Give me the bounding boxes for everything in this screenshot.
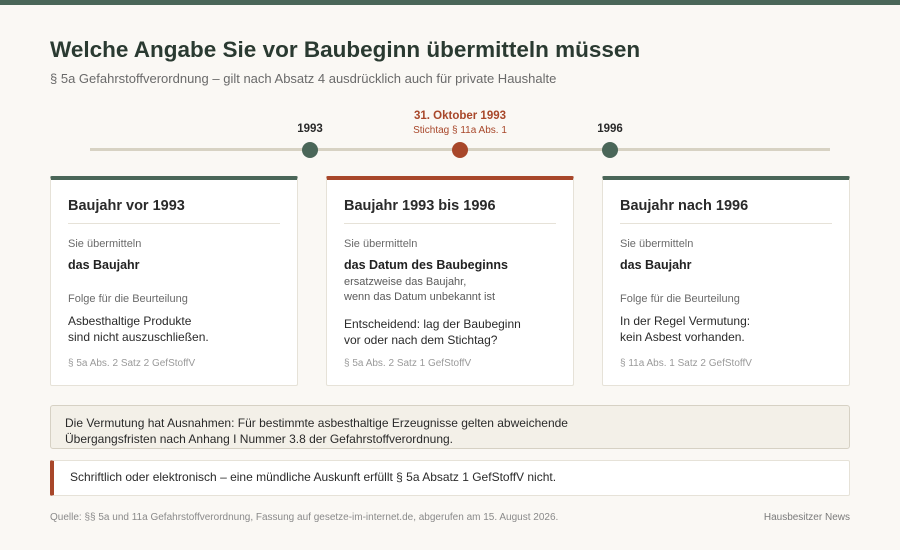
submit-value: das Baujahr: [68, 258, 140, 272]
consequence-line-2: kein Asbest vorhanden.: [620, 330, 745, 344]
submit-value: das Baujahr: [620, 258, 692, 272]
consequence-line-1: Asbesthaltige Produkte: [68, 314, 192, 328]
source-citation: Quelle: §§ 5a und 11a Gefahrstoffverordn…: [50, 512, 559, 523]
card-title: Baujahr vor 1993: [68, 198, 185, 214]
submit-label: Sie übermitteln: [68, 238, 142, 250]
timeline-dot-stichtag: [452, 141, 468, 158]
exception-note: Die Vermutung hat Ausnahmen: Für bestimm…: [50, 405, 850, 449]
card-title: Baujahr nach 1996: [620, 198, 749, 214]
consequence-label: Folge für die Beurteilung: [68, 293, 188, 305]
consequence-line-1: Entscheidend: lag der Baubeginn: [344, 317, 521, 331]
consequence-line-2: sind nicht auszuschließen.: [68, 330, 209, 344]
exception-note-line-2: Übergangsfristen nach Anhang I Nummer 3.…: [65, 432, 454, 446]
alternative-line-2: wenn das Datum unbekannt ist: [344, 291, 496, 303]
legal-reference: § 5a Abs. 2 Satz 2 GefStoffV: [68, 358, 196, 369]
form-requirement-callout: Schriftlich oder elektronisch – eine mün…: [50, 460, 850, 496]
card-after-1996: Baujahr nach 1996 Sie übermitteln das Ba…: [602, 176, 850, 386]
card-1993-to-1996: Baujahr 1993 bis 1996 Sie übermitteln da…: [326, 176, 574, 386]
card-before-1993: Baujahr vor 1993 Sie übermitteln das Bau…: [50, 176, 298, 386]
publisher-brand: Hausbesitzer News: [763, 512, 850, 523]
page-subtitle: § 5a Gefahrstoffverordnung – gilt nach A…: [50, 71, 557, 86]
consequence-label: Folge für die Beurteilung: [620, 293, 740, 305]
submit-label: Sie übermitteln: [620, 238, 694, 250]
page-title: Welche Angabe Sie vor Baubeginn übermitt…: [50, 37, 641, 62]
legal-reference: § 11a Abs. 1 Satz 2 GefStoffV: [620, 358, 752, 369]
timeline-label-1993: 1993: [297, 123, 323, 135]
legal-reference: § 5a Abs. 2 Satz 1 GefStoffV: [344, 358, 472, 369]
consequence-line-2: vor oder nach dem Stichtag?: [344, 333, 498, 347]
timeline-dot-1996: [602, 141, 618, 158]
card-title: Baujahr 1993 bis 1996: [344, 198, 496, 214]
submit-value: das Datum des Baubeginns: [344, 258, 508, 272]
timeline-label-stichtag: 31. Oktober 1993: [413, 110, 507, 122]
exception-note-line-1: Die Vermutung hat Ausnahmen: Für bestimm…: [65, 416, 568, 430]
timeline-sub-stichtag: Stichtag § 11a Abs. 1: [413, 125, 507, 136]
alternative-line-1: ersatzweise das Baujahr,: [344, 276, 467, 288]
submit-label: Sie übermitteln: [344, 238, 418, 250]
timeline-label-1996: 1996: [597, 123, 623, 135]
card-divider: [620, 223, 832, 224]
card-divider: [68, 223, 280, 224]
form-requirement-text: Schriftlich oder elektronisch – eine mün…: [70, 470, 557, 484]
consequence-line-1: In der Regel Vermutung:: [620, 314, 751, 328]
timeline-dot-1993: [302, 141, 318, 158]
card-divider: [344, 223, 556, 224]
top-accent-bar: [0, 0, 900, 5]
